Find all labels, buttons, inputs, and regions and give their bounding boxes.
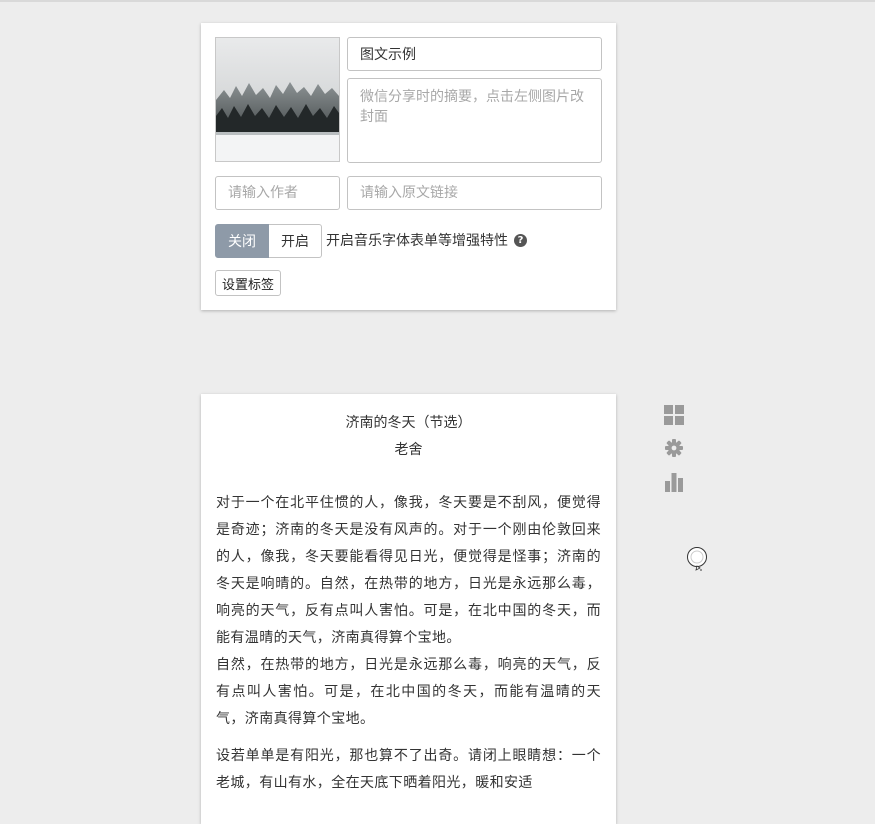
enhanced-features-label: 开启音乐字体表单等增强特性 ?: [326, 230, 527, 250]
author-input[interactable]: [215, 176, 340, 210]
gear-icon[interactable]: [664, 438, 684, 458]
summary-input[interactable]: [347, 78, 602, 163]
article-meta-panel: 关闭 开启 开启音乐字体表单等增强特性 ? 设置标签: [201, 23, 616, 310]
title-input[interactable]: [347, 37, 602, 71]
top-border: [0, 0, 875, 2]
toggle-on-button[interactable]: 开启: [269, 224, 322, 258]
enhanced-features-text: 开启音乐字体表单等增强特性: [326, 233, 508, 249]
article-body: 对于一个在北平住惯的人，像我，冬天要是不刮风，便觉得是奇迹；济南的冬天是没有风声…: [216, 490, 601, 797]
article-paragraph: 设若单单是有阳光，那也算不了出奇。请闭上眼睛想：一个老城，有山有水，全在天底下晒…: [216, 748, 601, 791]
toggle-off-button[interactable]: 关闭: [215, 224, 269, 258]
snowy-forest-image: [216, 38, 339, 161]
article-paragraph: 对于一个在北平住惯的人，像我，冬天要是不刮风，便觉得是奇迹；济南的冬天是没有风声…: [216, 495, 601, 646]
question-circle-icon[interactable]: ?: [514, 233, 527, 247]
enhanced-features-toggle: 关闭 开启: [215, 224, 322, 258]
article-author: 老舍: [394, 442, 423, 458]
article-preview: 济南的冬天（节选） 老舍 对于一个在北平住惯的人，像我，冬天要是不刮风，便觉得是…: [201, 394, 616, 824]
article-title: 济南的冬天（节选）: [345, 415, 472, 431]
grid-icon[interactable]: [664, 405, 684, 425]
source-link-input[interactable]: [347, 176, 602, 210]
busy-cursor-icon: [687, 547, 707, 571]
cover-image[interactable]: [215, 37, 340, 162]
set-tags-button[interactable]: 设置标签: [215, 270, 282, 296]
article-paragraph: 自然，在热带的地方，日光是永远那么毒，响亮的天气，反有点叫人害怕。可是，在北中国…: [216, 657, 601, 727]
bar-chart-icon[interactable]: [664, 472, 684, 492]
